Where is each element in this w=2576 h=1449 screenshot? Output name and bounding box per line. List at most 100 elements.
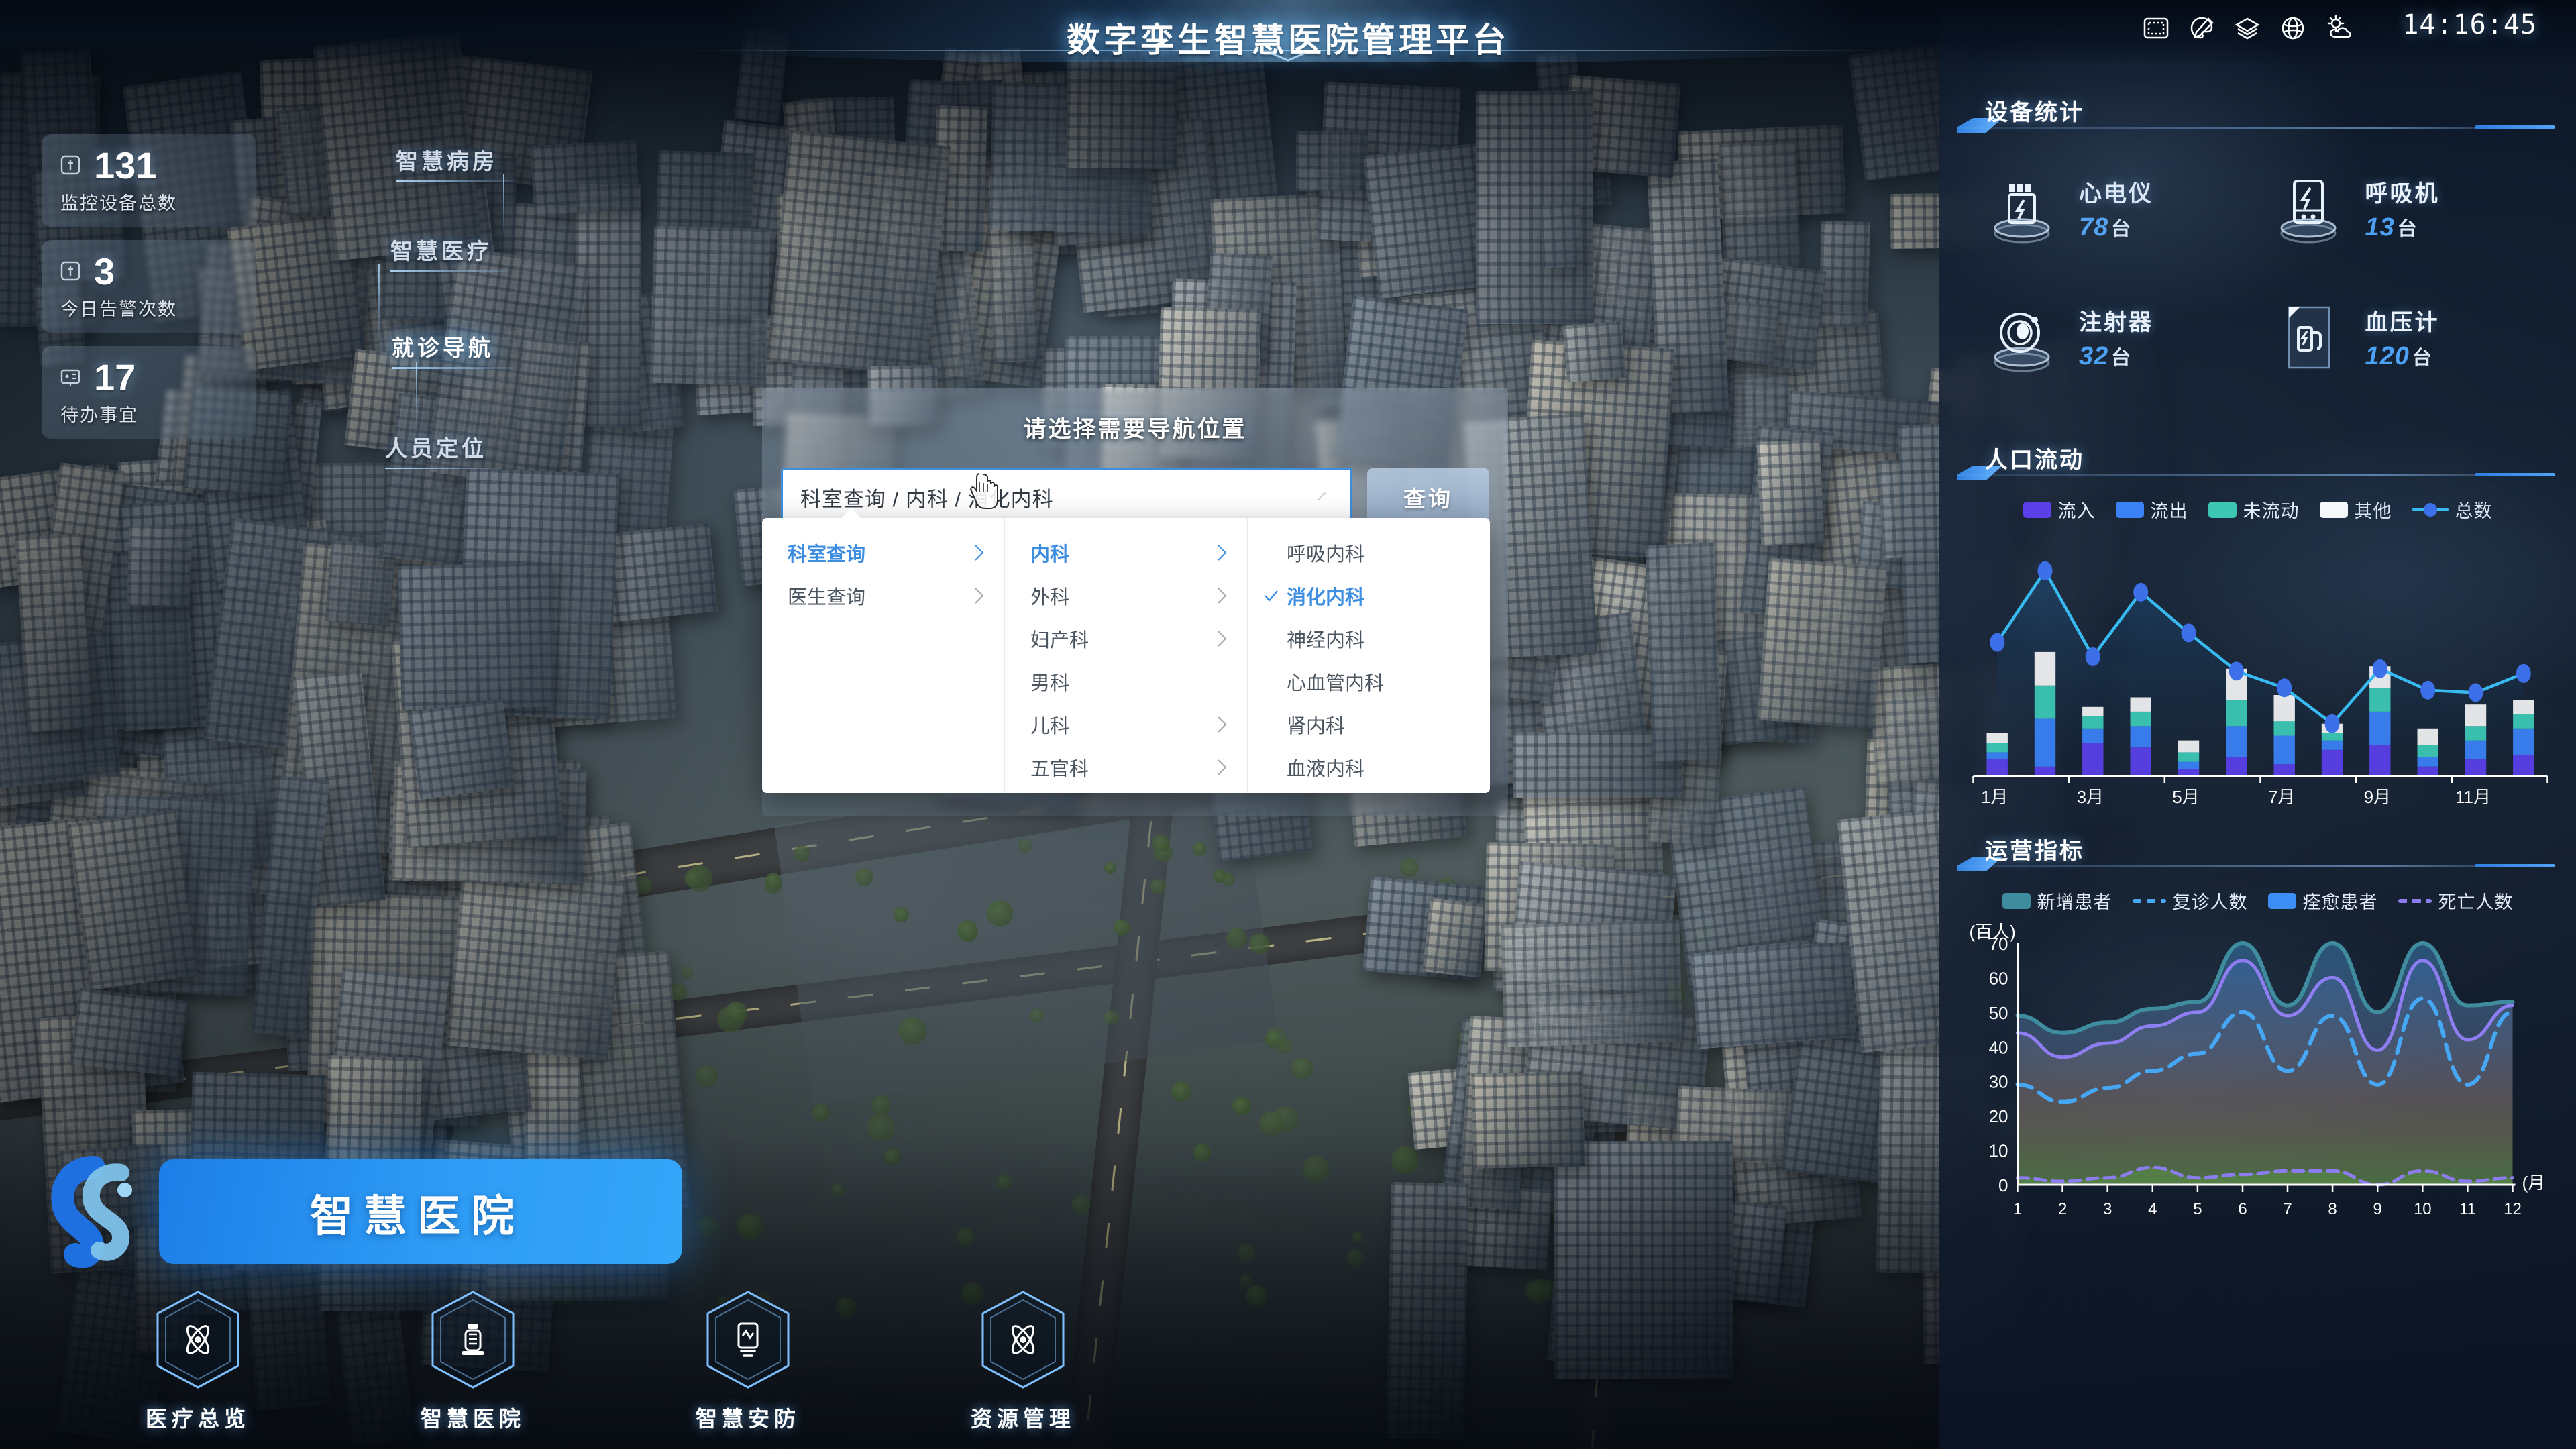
bottom-navigation: 医疗总览 智慧医院 (60, 1289, 1161, 1433)
device-card[interactable]: 呼吸机 13台 (2269, 169, 2542, 248)
device-unit: 台 (2111, 347, 2131, 369)
svg-text:1: 1 (2013, 1200, 2022, 1218)
cascader-item-selected[interactable]: 消化内科 (1248, 574, 1490, 617)
cascader-item-label: 肾内科 (1287, 710, 1345, 739)
svg-text:4: 4 (2148, 1200, 2157, 1218)
legend-label: 其他 (2355, 496, 2392, 523)
stat-card[interactable]: 131 监控设备总数 (42, 134, 256, 227)
svg-text:7月: 7月 (2268, 787, 2295, 807)
cascader-item-label: 外科 (1030, 582, 1069, 610)
legend-entry: 新增患者 (2002, 888, 2112, 914)
device-name: 注射器 (2079, 304, 2153, 337)
stat-value: 3 (94, 253, 115, 290)
cascader-item-label: 医生查询 (788, 582, 865, 610)
palette-icon[interactable] (2188, 15, 2215, 42)
device-name: 血压计 (2365, 304, 2440, 337)
svg-text:10: 10 (2414, 1200, 2432, 1218)
operation-metrics-chart: 010203040506070123456789101112(百人)(月 (1955, 916, 2560, 1232)
svg-text:(百人): (百人) (1970, 922, 2016, 942)
monitor-icon (728, 1320, 768, 1360)
device-count: 120 (2365, 342, 2410, 370)
cascader-item[interactable]: 神经内科 (1248, 617, 1490, 660)
legend-label: 总数 (2455, 496, 2493, 523)
legend-swatch (2268, 893, 2296, 909)
cascader-item[interactable]: 呼吸内科 (1248, 531, 1490, 574)
hydrant-icon (453, 1320, 493, 1360)
cascader-item-label: 儿科 (1030, 710, 1069, 739)
cascader-item-label: 科室查询 (788, 539, 865, 567)
section-header-devices: 设备统计 (1957, 93, 2559, 134)
cascader-item[interactable]: 儿科 (1005, 703, 1247, 746)
legend-label: 新增患者 (2037, 888, 2112, 914)
stat-card[interactable]: 3 今日告警次数 (42, 240, 256, 333)
globe-icon[interactable] (2279, 15, 2306, 42)
legend-label: 流出 (2151, 496, 2188, 523)
scene-menu-item-personnel[interactable]: 人员定位 (385, 431, 503, 469)
svg-text:20: 20 (1989, 1106, 2008, 1126)
nav-item-hospital[interactable]: 智慧医院 (335, 1289, 610, 1433)
legend-swatch (2208, 502, 2237, 518)
clock-time: 14:16:45 (2402, 9, 2537, 40)
scene-menu-item-navigation[interactable]: 就诊导航 (392, 330, 513, 369)
cascader-item[interactable]: 心血管内科 (1248, 660, 1490, 703)
nav-item-security[interactable]: 智慧安防 (610, 1289, 885, 1433)
svg-text:(月: (月 (2522, 1173, 2546, 1193)
scene-underline (396, 180, 514, 182)
stat-value: 131 (94, 147, 156, 184)
legend-entry: 流出 (2116, 496, 2188, 523)
legend-label: 死亡人数 (2438, 888, 2514, 914)
nav-item-resource[interactable]: 资源管理 (885, 1289, 1161, 1433)
chevron-right-icon (1216, 587, 1228, 604)
cascader-item[interactable]: 肾内科 (1248, 703, 1490, 746)
svg-text:7: 7 (2283, 1200, 2292, 1218)
operation-chart-svg: 010203040506070123456789101112(百人)(月 (1955, 916, 2560, 1232)
device-count: 78 (2079, 213, 2108, 241)
alert-icon (59, 260, 82, 283)
scene-menu-item-ward[interactable]: 智慧病房 (396, 144, 514, 182)
svg-text:9月: 9月 (2364, 787, 2391, 807)
section-title: 运营指标 (1985, 833, 2084, 865)
cascader-column-1: 科室查询 医生查询 (762, 518, 1005, 793)
cascader-item[interactable]: 血液内科 (1248, 746, 1490, 789)
stat-value: 17 (94, 359, 136, 396)
todo-icon (59, 366, 82, 389)
chevron-right-icon (973, 587, 985, 604)
stat-card[interactable]: 17 待办事宜 (42, 346, 256, 439)
legend-entry: 总数 (2412, 496, 2493, 523)
cascader-item[interactable]: 男科 (1005, 660, 1247, 703)
legend-swatch (2133, 899, 2166, 903)
cascader-column-3: 呼吸内科 消化内科 神经内科 心血管内科 肾内科 血液内科 (1248, 518, 1490, 793)
scene-stem (503, 174, 504, 233)
legend-swatch (2002, 893, 2031, 909)
stat-label: 待办事宜 (60, 400, 239, 427)
nav-item-overview[interactable]: 医疗总览 (60, 1289, 335, 1433)
device-unit: 台 (2111, 219, 2131, 240)
app-stage: 数字孪生智慧医院管理平台 (0, 0, 2576, 1449)
chevron-right-icon (1216, 544, 1228, 561)
section-rule (1957, 865, 2559, 867)
scene-menu-label: 智慧病房 (396, 144, 514, 176)
scene-menu-item-medical[interactable]: 智慧医疗 (390, 233, 508, 272)
screenshot-icon[interactable] (2143, 15, 2169, 42)
scene-underline (390, 270, 508, 272)
svg-text:40: 40 (1989, 1037, 2008, 1057)
cascader-item[interactable]: 五官科 (1005, 746, 1247, 789)
device-card[interactable]: 血压计 120台 (2269, 298, 2542, 377)
device-card[interactable]: 注射器 32台 (1982, 298, 2255, 377)
svg-text:1月: 1月 (1981, 787, 2008, 807)
cascader-item[interactable]: 内科 (1005, 531, 1247, 574)
device-card[interactable]: 心电仪 78台 (1982, 169, 2255, 248)
cascader-item[interactable]: 妇产科 (1005, 617, 1247, 660)
layers-icon[interactable] (2234, 15, 2261, 42)
svg-text:50: 50 (1989, 1003, 2008, 1023)
cascader-item[interactable]: 外科 (1005, 574, 1247, 617)
legend-label: 复诊人数 (2173, 888, 2248, 914)
legend-label: 痊愈患者 (2303, 888, 2378, 914)
weather-icon[interactable] (2325, 15, 2355, 42)
section-title: 设备统计 (1985, 94, 2084, 127)
population-flow-chart: 1月3月5月7月9月11月 (1955, 525, 2560, 814)
cascader-item[interactable]: 医生查询 (762, 574, 1004, 617)
cascader-item[interactable]: 科室查询 (762, 531, 1004, 574)
scene-stem (378, 264, 380, 338)
cascader-item-label: 呼吸内科 (1287, 539, 1364, 567)
